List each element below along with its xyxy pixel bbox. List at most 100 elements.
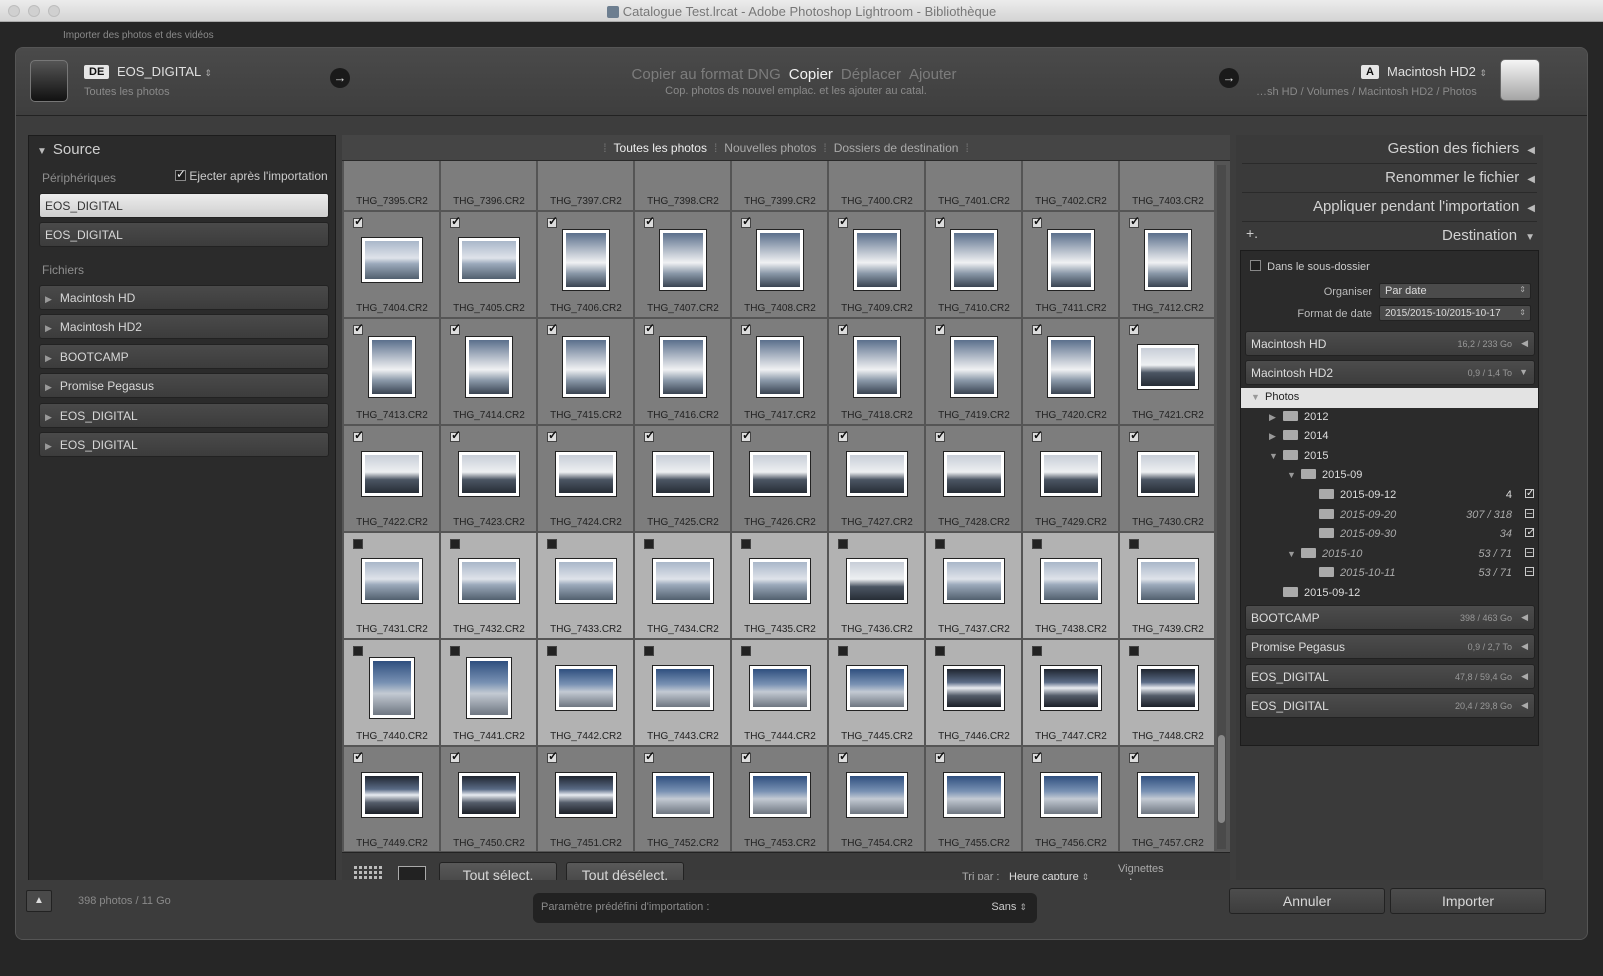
photo-thumbnail[interactable] <box>1138 452 1198 496</box>
photo-cell[interactable]: THG_7429.CR2 <box>1023 426 1119 532</box>
date-format-dropdown-icon[interactable]: ⇕ <box>1519 308 1526 317</box>
photo-cell[interactable]: THG_7400.CR2 <box>829 161 925 211</box>
subfolder-option[interactable]: Dans le sous-dossier <box>1250 260 1370 273</box>
photo-cell[interactable]: THG_7406.CR2 <box>538 212 634 318</box>
photo-checkbox[interactable] <box>644 321 655 335</box>
subfolder-checkbox[interactable] <box>1250 260 1261 271</box>
source-device-item[interactable]: EOS_DIGITAL <box>39 193 329 218</box>
photo-checkbox[interactable] <box>547 749 558 763</box>
photo-thumbnail[interactable] <box>459 452 519 496</box>
photo-thumbnail[interactable] <box>847 773 907 817</box>
expand-triangle-icon[interactable]: ▶ <box>45 294 52 304</box>
photo-thumbnail[interactable] <box>556 666 616 710</box>
photo-cell[interactable]: THG_7409.CR2 <box>829 212 925 318</box>
folder-tree-row[interactable]: ▼ Photos <box>1241 388 1538 408</box>
photo-thumbnail[interactable] <box>944 452 1004 496</box>
photo-thumbnail[interactable] <box>750 773 810 817</box>
folder-import-checkbox[interactable]: – <box>1525 508 1534 518</box>
expand-triangle-icon[interactable]: ▶ <box>45 441 52 451</box>
photo-thumbnail[interactable] <box>847 666 907 710</box>
photo-checkbox[interactable] <box>450 214 461 228</box>
photo-cell[interactable]: THG_7438.CR2 <box>1023 533 1119 639</box>
photo-cell[interactable]: THG_7424.CR2 <box>538 426 634 532</box>
grid-scrollbar[interactable] <box>1217 165 1226 849</box>
expand-arrow-icon[interactable]: ◀ <box>1521 338 1528 349</box>
expand-arrow-icon[interactable]: ◀ <box>1521 612 1528 623</box>
photo-thumbnail[interactable] <box>653 666 713 710</box>
photo-checkbox[interactable] <box>838 321 849 335</box>
photo-checkbox[interactable] <box>1032 214 1043 228</box>
photo-thumbnail[interactable] <box>563 230 609 290</box>
photo-thumbnail[interactable] <box>1138 345 1198 389</box>
photo-checkbox[interactable] <box>644 428 655 442</box>
photo-thumbnail[interactable] <box>556 773 616 817</box>
photo-checkbox[interactable] <box>353 749 364 763</box>
photo-cell[interactable]: THG_7422.CR2 <box>344 426 440 532</box>
apply-during-import-header[interactable]: Appliquer pendant l'importation ◀ <box>1235 198 1535 215</box>
photo-cell[interactable]: THG_7441.CR2 <box>441 640 537 746</box>
photo-cell[interactable]: THG_7411.CR2 <box>1023 212 1119 318</box>
photo-thumbnail[interactable] <box>362 238 422 282</box>
photo-checkbox[interactable] <box>838 749 849 763</box>
destination-volume-item[interactable]: Macintosh HD2 0,9 / 1,4 To ▼ <box>1245 360 1535 385</box>
photo-thumbnail[interactable] <box>653 559 713 603</box>
photo-thumbnail[interactable] <box>750 452 810 496</box>
expand-arrow-icon[interactable]: ◀ <box>1521 671 1528 682</box>
photo-checkbox[interactable] <box>547 428 558 442</box>
photo-cell[interactable]: THG_7420.CR2 <box>1023 319 1119 425</box>
import-button[interactable]: Importer <box>1390 888 1546 914</box>
photo-thumbnail[interactable] <box>944 773 1004 817</box>
source-volume-item[interactable]: ▶ EOS_DIGITAL <box>39 402 329 428</box>
tree-toggle-icon[interactable]: ▼ <box>1287 470 1301 480</box>
expand-triangle-icon[interactable]: ▶ <box>45 353 52 363</box>
photo-checkbox[interactable] <box>1129 428 1140 442</box>
photo-checkbox[interactable] <box>450 749 461 763</box>
photo-cell[interactable]: THG_7399.CR2 <box>732 161 828 211</box>
destination-dropdown-icon[interactable]: ⇕ <box>1480 68 1488 78</box>
photo-thumbnail[interactable] <box>1138 773 1198 817</box>
photo-cell[interactable]: THG_7415.CR2 <box>538 319 634 425</box>
photo-cell[interactable]: THG_7407.CR2 <box>635 212 731 318</box>
import-mode-3[interactable]: Ajouter <box>909 66 957 83</box>
photo-checkbox[interactable] <box>450 428 461 442</box>
collapse-arrow-icon[interactable]: ▼ <box>1525 232 1535 243</box>
folder-tree-row[interactable]: 2015-09-20 307 / 318 – <box>1241 506 1538 526</box>
photo-checkbox[interactable] <box>644 539 654 549</box>
folder-tree-row[interactable]: 2015-10-11 53 / 71 – <box>1241 564 1538 584</box>
collapse-triangle-icon[interactable]: ▼ <box>37 146 47 157</box>
organize-dropdown-icon[interactable]: ⇕ <box>1519 285 1526 294</box>
photo-checkbox[interactable] <box>741 214 752 228</box>
photo-checkbox[interactable] <box>547 539 557 549</box>
photo-checkbox[interactable] <box>1032 539 1042 549</box>
photo-cell[interactable]: THG_7428.CR2 <box>926 426 1022 532</box>
photo-cell[interactable]: THG_7448.CR2 <box>1120 640 1214 746</box>
photo-thumbnail[interactable] <box>459 238 519 282</box>
expand-arrow-icon[interactable]: ◀ <box>1527 203 1535 214</box>
photo-checkbox[interactable] <box>1032 749 1043 763</box>
photo-thumbnail[interactable] <box>854 337 900 397</box>
photo-cell[interactable]: THG_7434.CR2 <box>635 533 731 639</box>
import-mode-0[interactable]: Copier au format DNG <box>632 66 781 83</box>
photo-thumbnail[interactable] <box>1138 559 1198 603</box>
photo-thumbnail[interactable] <box>1041 773 1101 817</box>
photo-checkbox[interactable] <box>547 646 557 656</box>
photo-thumbnail[interactable] <box>1048 230 1094 290</box>
folder-import-checkbox[interactable]: – <box>1525 567 1534 577</box>
destination-volume-item[interactable]: BOOTCAMP 398 / 463 Go ◀ <box>1245 605 1535 630</box>
folder-import-checkbox[interactable]: ✓ <box>1525 528 1534 538</box>
photo-cell[interactable]: THG_7418.CR2 <box>829 319 925 425</box>
photo-cell[interactable]: THG_7414.CR2 <box>441 319 537 425</box>
photo-checkbox[interactable] <box>1129 749 1140 763</box>
photo-cell[interactable]: THG_7453.CR2 <box>732 747 828 851</box>
destination-header[interactable]: Destination ▼ <box>1235 227 1535 244</box>
photo-checkbox[interactable] <box>838 646 848 656</box>
photo-thumbnail[interactable] <box>951 230 997 290</box>
source-volume-item[interactable]: ▶ Macintosh HD2 <box>39 314 329 340</box>
photo-cell[interactable]: THG_7449.CR2 <box>344 747 440 851</box>
photo-checkbox[interactable] <box>1129 321 1140 335</box>
destination-volume-item[interactable]: EOS_DIGITAL 47,8 / 59,4 Go ◀ <box>1245 663 1535 689</box>
photo-thumbnail[interactable] <box>563 337 609 397</box>
photo-thumbnail[interactable] <box>1041 666 1101 710</box>
photo-checkbox[interactable] <box>935 214 946 228</box>
expand-arrow-icon[interactable]: ◀ <box>1521 641 1528 652</box>
